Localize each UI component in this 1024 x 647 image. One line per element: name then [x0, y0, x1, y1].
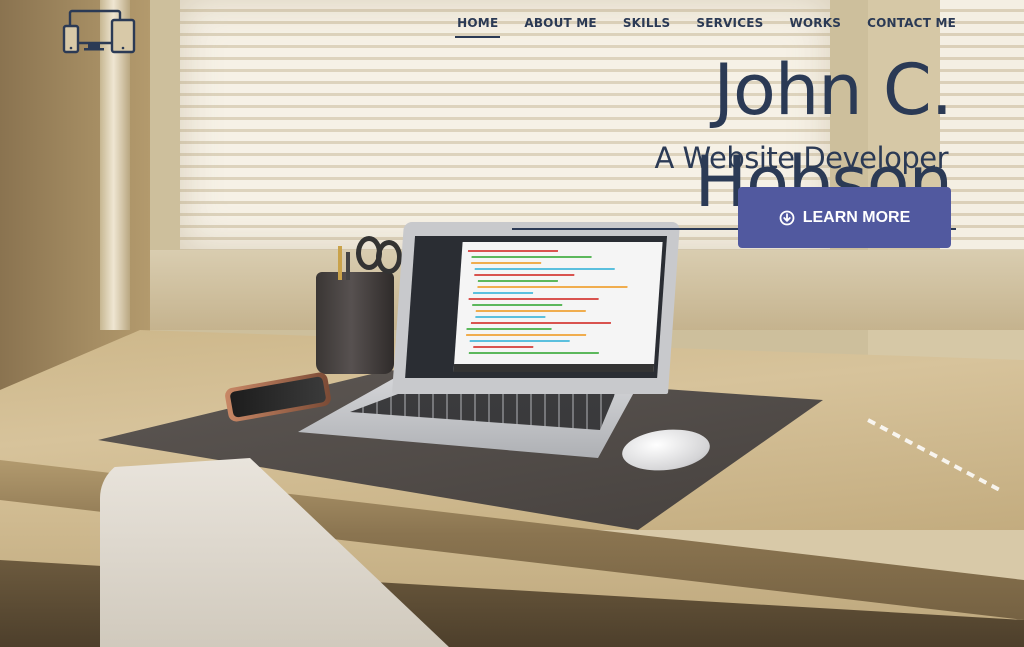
scissors-handle: [376, 240, 402, 274]
pencil-cup: [316, 272, 394, 374]
nav-item-services[interactable]: SERVICES: [694, 16, 765, 38]
learn-more-label: LEARN MORE: [802, 208, 911, 226]
laptop-lid: [391, 222, 681, 394]
nav-item-skills[interactable]: SKILLS: [621, 16, 673, 38]
pencil: [338, 246, 342, 280]
nav-item-works[interactable]: WORKS: [787, 16, 843, 38]
main-nav: HOME ABOUT ME SKILLS SERVICES WORKS CONT…: [455, 16, 958, 38]
site-logo[interactable]: [62, 8, 138, 54]
nav-item-contact-me[interactable]: CONTACT ME: [865, 16, 958, 38]
learn-more-button[interactable]: LEARN MORE: [738, 187, 951, 248]
pen: [346, 252, 350, 280]
hero-subtitle: A Website Developer: [654, 141, 948, 175]
nav-item-about-me[interactable]: ABOUT ME: [522, 16, 598, 38]
devices-icon: [62, 9, 136, 54]
nav-item-home[interactable]: HOME: [455, 16, 501, 38]
circle-arrow-down-icon: [779, 210, 795, 225]
laptop-screen: [405, 236, 668, 378]
code-editor: [453, 242, 663, 372]
